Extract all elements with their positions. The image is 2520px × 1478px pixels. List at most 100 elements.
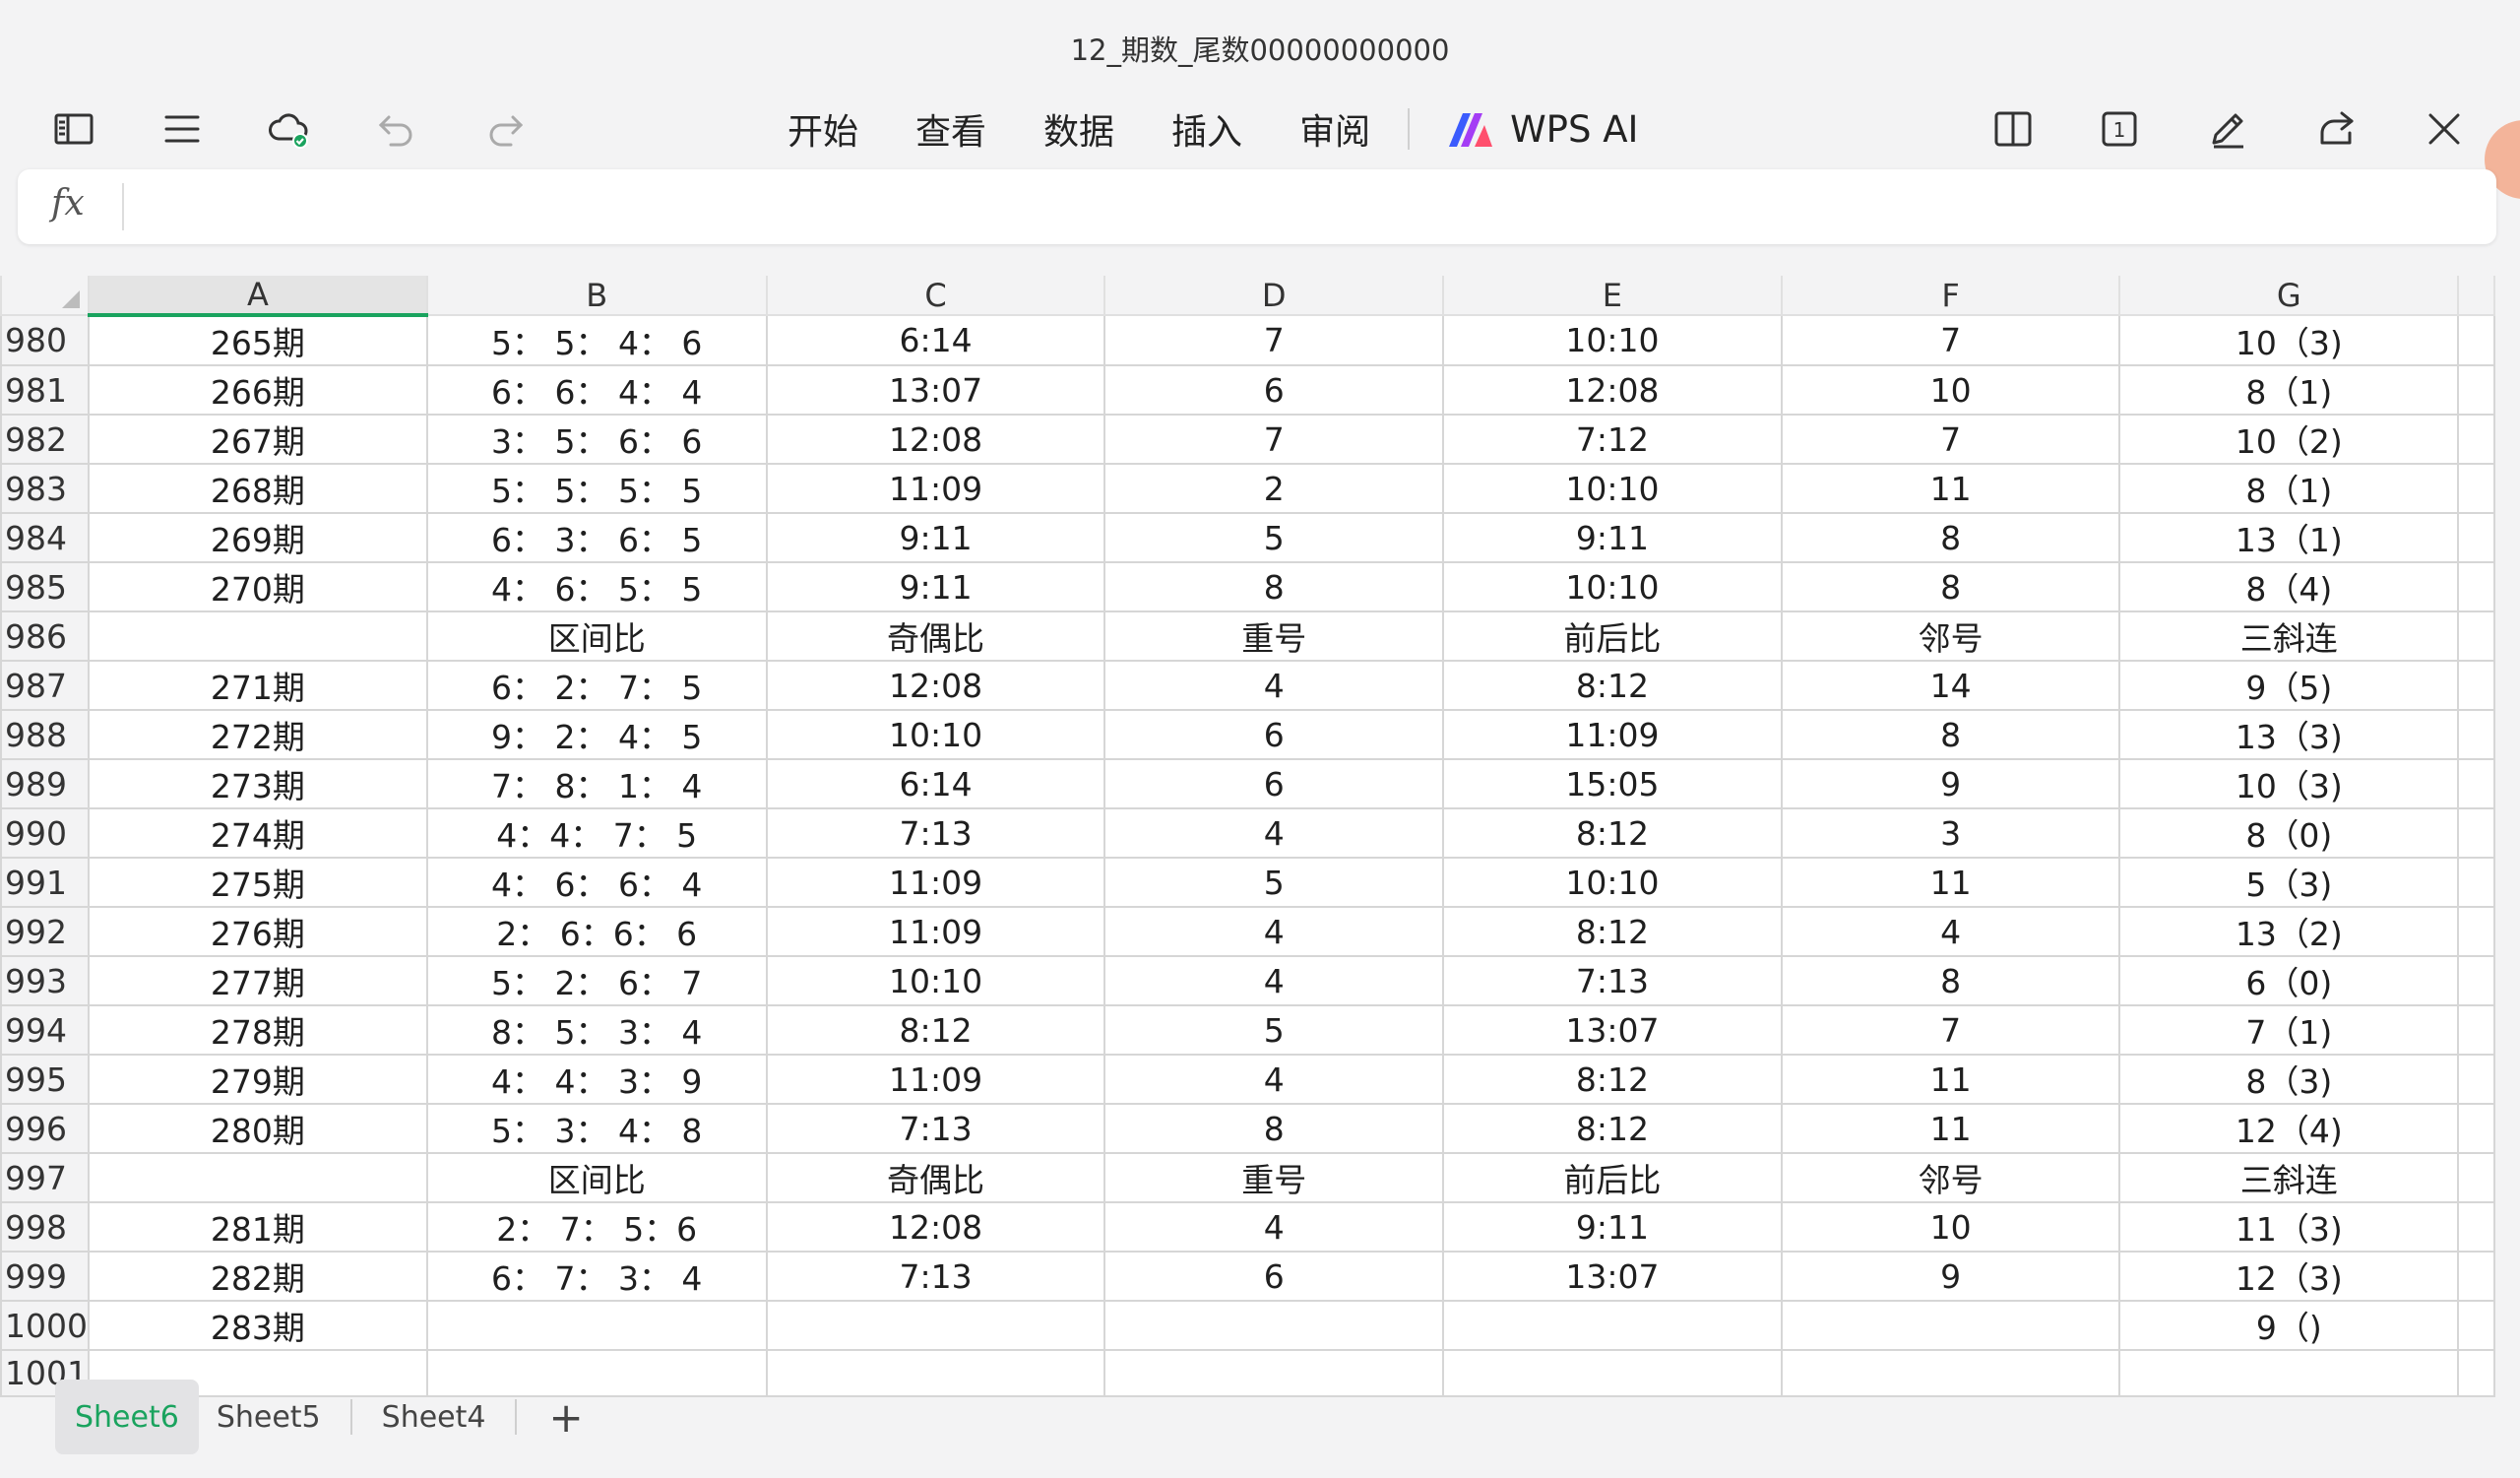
sheet-cell[interactable]: 8（3) — [2118, 1054, 2460, 1105]
sheet-cell[interactable]: 奇偶比 — [765, 1152, 1106, 1203]
row-header[interactable]: 999 — [0, 1251, 90, 1302]
sheet-cell-extra[interactable] — [2457, 610, 2495, 662]
sheet-cell[interactable]: 7:13 — [765, 1251, 1106, 1302]
sheet-cell[interactable]: 11 — [1780, 1054, 2121, 1105]
add-sheet-button[interactable]: + — [529, 1393, 602, 1442]
sheet-cell[interactable] — [1103, 1349, 1444, 1397]
sheet-cell[interactable]: 8:12 — [1441, 807, 1783, 859]
sheet-cell[interactable]: 7 — [1780, 314, 2121, 366]
sheet-cell[interactable]: 274期 — [87, 807, 428, 859]
sheet-cell[interactable]: 7:13 — [1441, 955, 1783, 1006]
sheet-cell[interactable]: 8:12 — [1441, 1103, 1783, 1154]
sheet-cell[interactable]: 14 — [1780, 660, 2121, 711]
sheet-cell[interactable]: 280期 — [87, 1103, 428, 1154]
sheet-cell[interactable]: 271期 — [87, 660, 428, 711]
sheet-cell-extra[interactable] — [2457, 1300, 2495, 1351]
sheet-cell[interactable]: 6 — [1103, 364, 1444, 416]
column-header[interactable]: C — [765, 276, 1106, 316]
sheet-cell[interactable] — [425, 1300, 768, 1351]
sheet-cell[interactable]: 7： 8： 1： 4 — [425, 758, 768, 809]
sheet-cell[interactable]: 4 — [1103, 955, 1444, 1006]
sheet-cell[interactable]: 6:14 — [765, 758, 1106, 809]
sheet-cell[interactable] — [765, 1349, 1106, 1397]
sheet-cell[interactable]: 13（2) — [2118, 906, 2460, 957]
sheet-cell[interactable]: 6： 6： 4： 4 — [425, 364, 768, 416]
sheet-cell[interactable] — [1103, 1300, 1444, 1351]
sheet-cell[interactable]: 10（3) — [2118, 314, 2460, 366]
sheet-cell[interactable]: 266期 — [87, 364, 428, 416]
sheet-cell[interactable]: 12:08 — [765, 414, 1106, 465]
sheet-cell[interactable]: 273期 — [87, 758, 428, 809]
sheet-cell[interactable]: 重号 — [1103, 610, 1444, 662]
sheet-cell[interactable]: 6 — [1103, 709, 1444, 760]
sheet-cell[interactable]: 272期 — [87, 709, 428, 760]
sheet-cell[interactable]: 9： 2： 4： 5 — [425, 709, 768, 760]
sheet-cell-extra[interactable] — [2457, 709, 2495, 760]
sheet-cell[interactable]: 三斜连 — [2118, 1152, 2460, 1203]
sheet-cell[interactable]: 9 — [1780, 758, 2121, 809]
sheet-cell-extra[interactable] — [2457, 1103, 2495, 1154]
sheet-cell[interactable]: 8（1) — [2118, 364, 2460, 416]
sheet-cell[interactable]: 7:12 — [1441, 414, 1783, 465]
menu-icon[interactable] — [148, 95, 217, 163]
sheet-cell[interactable]: 邻号 — [1780, 610, 2121, 662]
sheet-cell[interactable]: 5： 2： 6： 7 — [425, 955, 768, 1006]
sheet-cell[interactable]: 7:13 — [765, 807, 1106, 859]
close-icon[interactable] — [2410, 95, 2479, 163]
sheet-cell[interactable]: 12:08 — [765, 660, 1106, 711]
sheet-cell-extra[interactable] — [2457, 1251, 2495, 1302]
sheet-cell[interactable]: 10（3) — [2118, 758, 2460, 809]
sheet-cell-extra[interactable] — [2457, 660, 2495, 711]
sheet-cell[interactable]: 5 — [1103, 857, 1444, 908]
sheet-cell[interactable]: 6 — [1103, 1251, 1444, 1302]
sheet-cell-extra[interactable] — [2457, 906, 2495, 957]
column-header[interactable]: E — [1441, 276, 1783, 316]
menu-start[interactable]: 开始 — [788, 103, 858, 155]
row-header[interactable]: 985 — [0, 561, 90, 612]
sheet-cell[interactable]: 8 — [1780, 512, 2121, 563]
cloud-synced-icon[interactable] — [254, 95, 323, 163]
row-header[interactable]: 983 — [0, 463, 90, 514]
sheet-tab-sheet6[interactable]: Sheet6 — [55, 1380, 199, 1454]
sheet-cell[interactable]: 5： 3： 4： 8 — [425, 1103, 768, 1154]
sheet-cell[interactable]: 8:12 — [1441, 906, 1783, 957]
sheet-cell[interactable] — [1441, 1349, 1783, 1397]
row-header[interactable]: 993 — [0, 955, 90, 1006]
sheet-cell[interactable]: 268期 — [87, 463, 428, 514]
row-header[interactable]: 991 — [0, 857, 90, 908]
sheet-cell[interactable]: 265期 — [87, 314, 428, 366]
sheet-cell[interactable]: 4 — [1103, 807, 1444, 859]
menu-insert[interactable]: 插入 — [1171, 103, 1242, 155]
sheet-cell[interactable]: 5 — [1103, 512, 1444, 563]
sheet-cell[interactable]: 10:10 — [1441, 463, 1783, 514]
row-header[interactable]: 997 — [0, 1152, 90, 1203]
sheet-cell[interactable]: 8（1) — [2118, 463, 2460, 514]
row-header[interactable]: 998 — [0, 1201, 90, 1253]
sheet-cell[interactable]: 267期 — [87, 414, 428, 465]
sheet-cell[interactable] — [765, 1300, 1106, 1351]
sheet-cell[interactable]: 2： 6：6： 6 — [425, 906, 768, 957]
sheet-cell[interactable]: 6： 3： 6： 5 — [425, 512, 768, 563]
sheet-cell[interactable]: 12（4) — [2118, 1103, 2460, 1154]
sheet-cell[interactable]: 8:12 — [1441, 1054, 1783, 1105]
sheet-cell[interactable] — [2118, 1349, 2460, 1397]
sheet-cell[interactable]: 13:07 — [1441, 1251, 1783, 1302]
sheet-cell[interactable]: 278期 — [87, 1004, 428, 1056]
sheet-tab-sheet5[interactable]: Sheet5 — [199, 1380, 339, 1454]
sheet-cell[interactable]: 4 — [1103, 660, 1444, 711]
sheet-cell-extra[interactable] — [2457, 414, 2495, 465]
sheet-cell[interactable]: 10（2) — [2118, 414, 2460, 465]
sheet-cell[interactable]: 8（4) — [2118, 561, 2460, 612]
sheet-cell[interactable]: 4：4： 7： 5 — [425, 807, 768, 859]
sheet-cell[interactable]: 4： 6： 6： 4 — [425, 857, 768, 908]
sheet-cell[interactable]: 8 — [1780, 955, 2121, 1006]
sheet-cell[interactable]: 13:07 — [765, 364, 1106, 416]
sheet-cell[interactable]: 269期 — [87, 512, 428, 563]
sheet-cell[interactable]: 9（) — [2118, 1300, 2460, 1351]
sheet-cell[interactable]: 15:05 — [1441, 758, 1783, 809]
sheet-cell-extra[interactable] — [2457, 314, 2495, 366]
sheet-cell[interactable]: 9:11 — [765, 561, 1106, 612]
sheet-cell[interactable]: 11:09 — [765, 1054, 1106, 1105]
row-header[interactable]: 990 — [0, 807, 90, 859]
sheet-cell-extra[interactable] — [2457, 955, 2495, 1006]
